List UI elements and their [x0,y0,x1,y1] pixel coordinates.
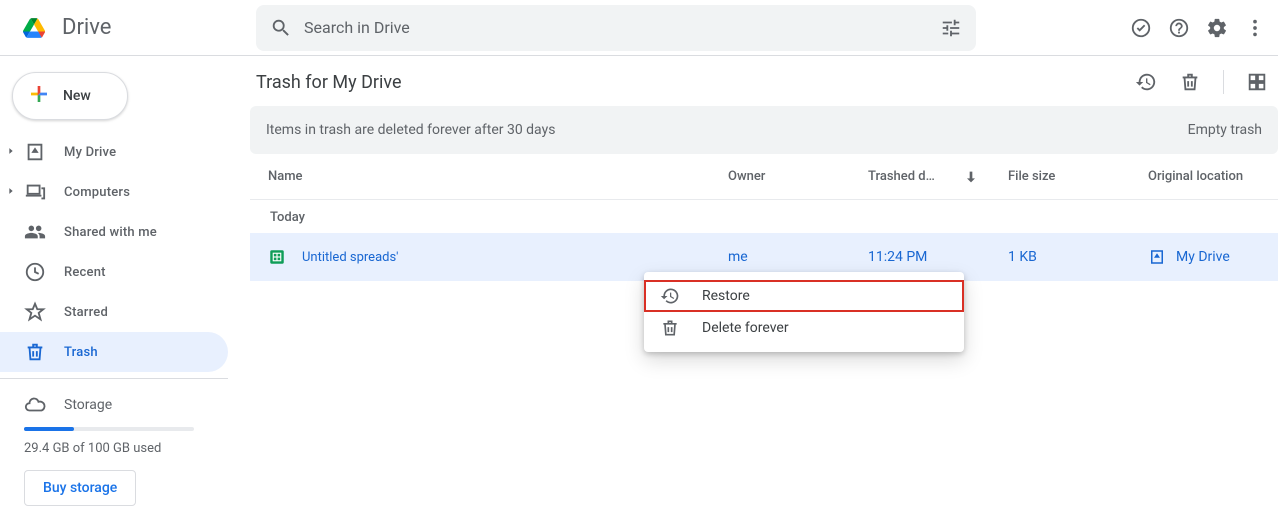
file-trashed-date: 11:24 PM [868,249,1008,265]
menu-delete-forever[interactable]: Delete forever [644,312,964,344]
restore-icon[interactable] [1135,71,1157,93]
support-icon[interactable] [1168,17,1190,39]
col-location[interactable]: Original location [1148,169,1278,184]
menu-label: Restore [702,288,750,304]
menu-restore[interactable]: Restore [644,280,964,312]
sidebar-label: Storage [64,397,112,413]
sheets-icon [268,248,286,266]
offline-ready-icon[interactable] [1130,17,1152,39]
storage-used: 29.4 GB of 100 GB used [24,441,240,456]
search-options-icon[interactable] [940,17,962,39]
sidebar-label: Trash [64,345,98,360]
col-trashed[interactable]: Trashed d… [868,169,1008,185]
search-icon [270,17,292,39]
file-size: 1 KB [1008,249,1148,265]
my-drive-icon [24,141,46,163]
divider [1223,70,1224,94]
grid-view-icon[interactable] [1246,71,1268,93]
sidebar-item-my-drive[interactable]: My Drive [0,132,228,172]
empty-trash-button[interactable]: Empty trash [1188,122,1262,138]
search-bar[interactable] [256,5,976,51]
trash-icon [24,341,46,363]
chevron-right-icon [6,144,16,160]
chevron-right-icon [6,184,16,200]
plus-icon [27,82,51,110]
storage-bar [24,427,194,431]
sidebar-label: Computers [64,185,130,200]
star-icon [24,301,46,323]
trash-icon [660,318,680,338]
app-name: Drive [62,15,111,40]
banner-message: Items in trash are deleted forever after… [266,122,555,138]
date-group: Today [250,200,1278,233]
col-owner[interactable]: Owner [728,169,868,184]
file-owner: me [728,249,868,265]
my-drive-icon [1148,248,1166,266]
buy-storage-button[interactable]: Buy storage [24,470,136,506]
delete-forever-icon[interactable] [1179,71,1201,93]
settings-icon[interactable] [1206,17,1228,39]
sidebar-item-starred[interactable]: Starred [0,292,228,332]
cloud-icon [24,394,46,416]
sidebar-item-recent[interactable]: Recent [0,252,228,292]
more-icon[interactable] [1244,17,1266,39]
context-menu: Restore Delete forever [644,272,964,352]
file-location: My Drive [1176,249,1230,265]
computers-icon [24,181,46,203]
new-button[interactable]: New [12,72,128,120]
sidebar-item-storage[interactable]: Storage [24,385,240,425]
arrow-down-icon [963,169,979,185]
search-input[interactable] [304,18,940,37]
sidebar-label: Recent [64,265,106,280]
sidebar-item-trash[interactable]: Trash [0,332,228,372]
sidebar-label: Starred [64,305,108,320]
sidebar-label: Shared with me [64,225,157,240]
menu-label: Delete forever [702,320,789,336]
restore-icon [660,286,680,306]
page-title: Trash for My Drive [250,72,402,93]
info-banner: Items in trash are deleted forever after… [250,106,1278,154]
recent-icon [24,261,46,283]
sidebar-label: My Drive [64,145,116,160]
sidebar-item-shared[interactable]: Shared with me [0,212,228,252]
shared-icon [24,221,46,243]
new-label: New [63,88,91,104]
sidebar-item-computers[interactable]: Computers [0,172,228,212]
col-name[interactable]: Name [268,169,728,184]
column-headers: Name Owner Trashed d… File size Original… [250,154,1278,200]
drive-logo-icon [14,8,54,48]
col-size[interactable]: File size [1008,169,1148,184]
file-name: Untitled spreads' [302,250,398,265]
divider [0,378,228,379]
